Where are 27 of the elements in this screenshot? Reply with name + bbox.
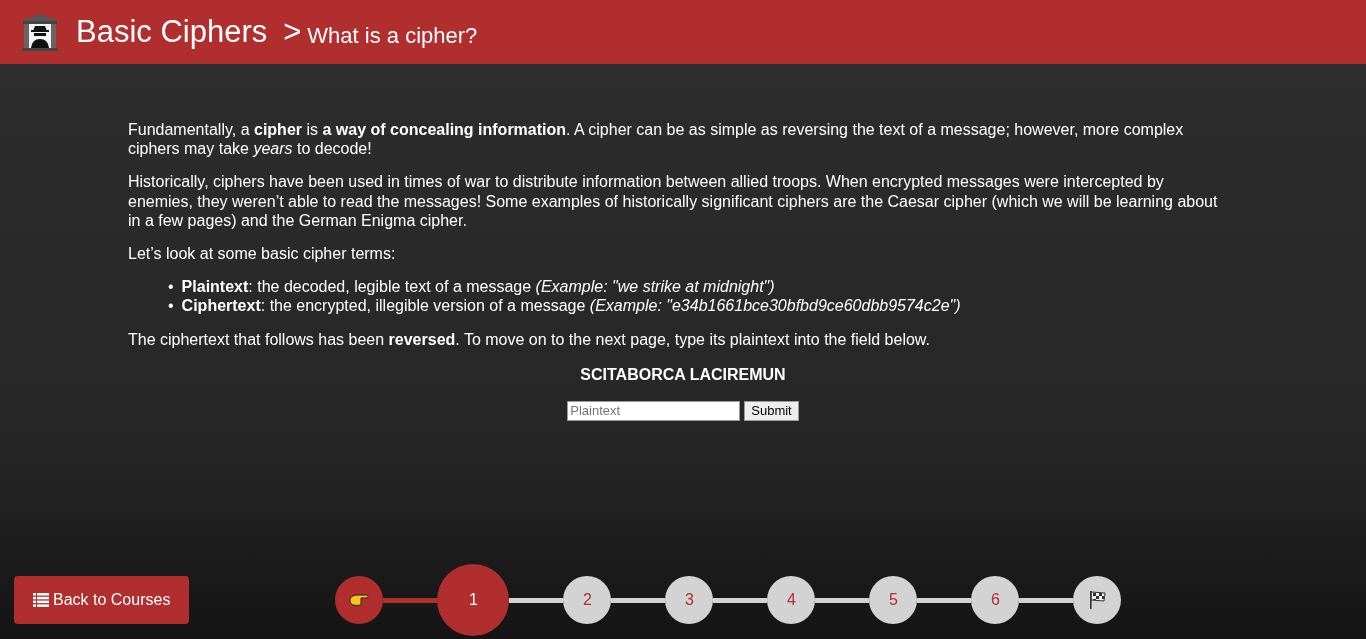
finish-step-button[interactable] [1073, 576, 1122, 624]
instruction-text: The ciphertext that follows has been reversed. To move on to the next page, type its plaintext into the field below. [128, 329, 931, 349]
paragraph: Let’s look at some basic cipher terms: [128, 243, 397, 264]
step-button[interactable]: 6 [971, 576, 1020, 624]
submit-button[interactable]: Submit [744, 400, 799, 421]
ciphertext: SCITABORCA LACIREMUN [579, 364, 787, 385]
back-to-courses-button[interactable]: Back to Courses [14, 576, 190, 624]
step-button[interactable]: 3 [665, 576, 714, 624]
step-button[interactable]: 4 [767, 576, 816, 624]
step-button[interactable]: 1 [437, 564, 510, 636]
bullet: • [168, 277, 174, 297]
paragraph: Fundamentally, a cipher is a way of concealing information. A cipher can be as simple as reversing the text of a message; however, more complex ciphers may take years to decode! [128, 120, 1185, 159]
page-subtitle: What is a cipher? [307, 21, 478, 50]
breadcrumb-separator: > [283, 12, 302, 51]
plaintext-input[interactable]: Plaintext [567, 400, 741, 421]
pointing-hand-icon [349, 593, 370, 607]
list-icon [33, 593, 49, 607]
step-button[interactable]: 5 [869, 576, 918, 624]
spy-logo-icon [20, 12, 60, 52]
term-definition: Plaintext: the decoded, legible text of a message (Example: "we strike at midnight") [181, 277, 775, 297]
page-title: Basic Ciphers [76, 12, 268, 51]
bullet: • [168, 296, 174, 316]
step-button[interactable]: 2 [563, 576, 612, 624]
term-definition: Ciphertext: the encrypted, illegible version of a message (Example: "e34b1661bce30bfbd9ce60dbb9574c2e") [181, 296, 961, 316]
start-step-button[interactable] [335, 576, 384, 624]
paragraph: Historically, ciphers have been used in times of war to distribute information between allied troops. When encrypted messages were intercepted by enemies, they weren’t able to read the messages! Some examples of historically significant ciphers are the Caesar cipher (which we will be learning about in a few pages) and the German Enigma cipher. [128, 172, 1218, 230]
checkered-flag-icon [1088, 590, 1107, 610]
